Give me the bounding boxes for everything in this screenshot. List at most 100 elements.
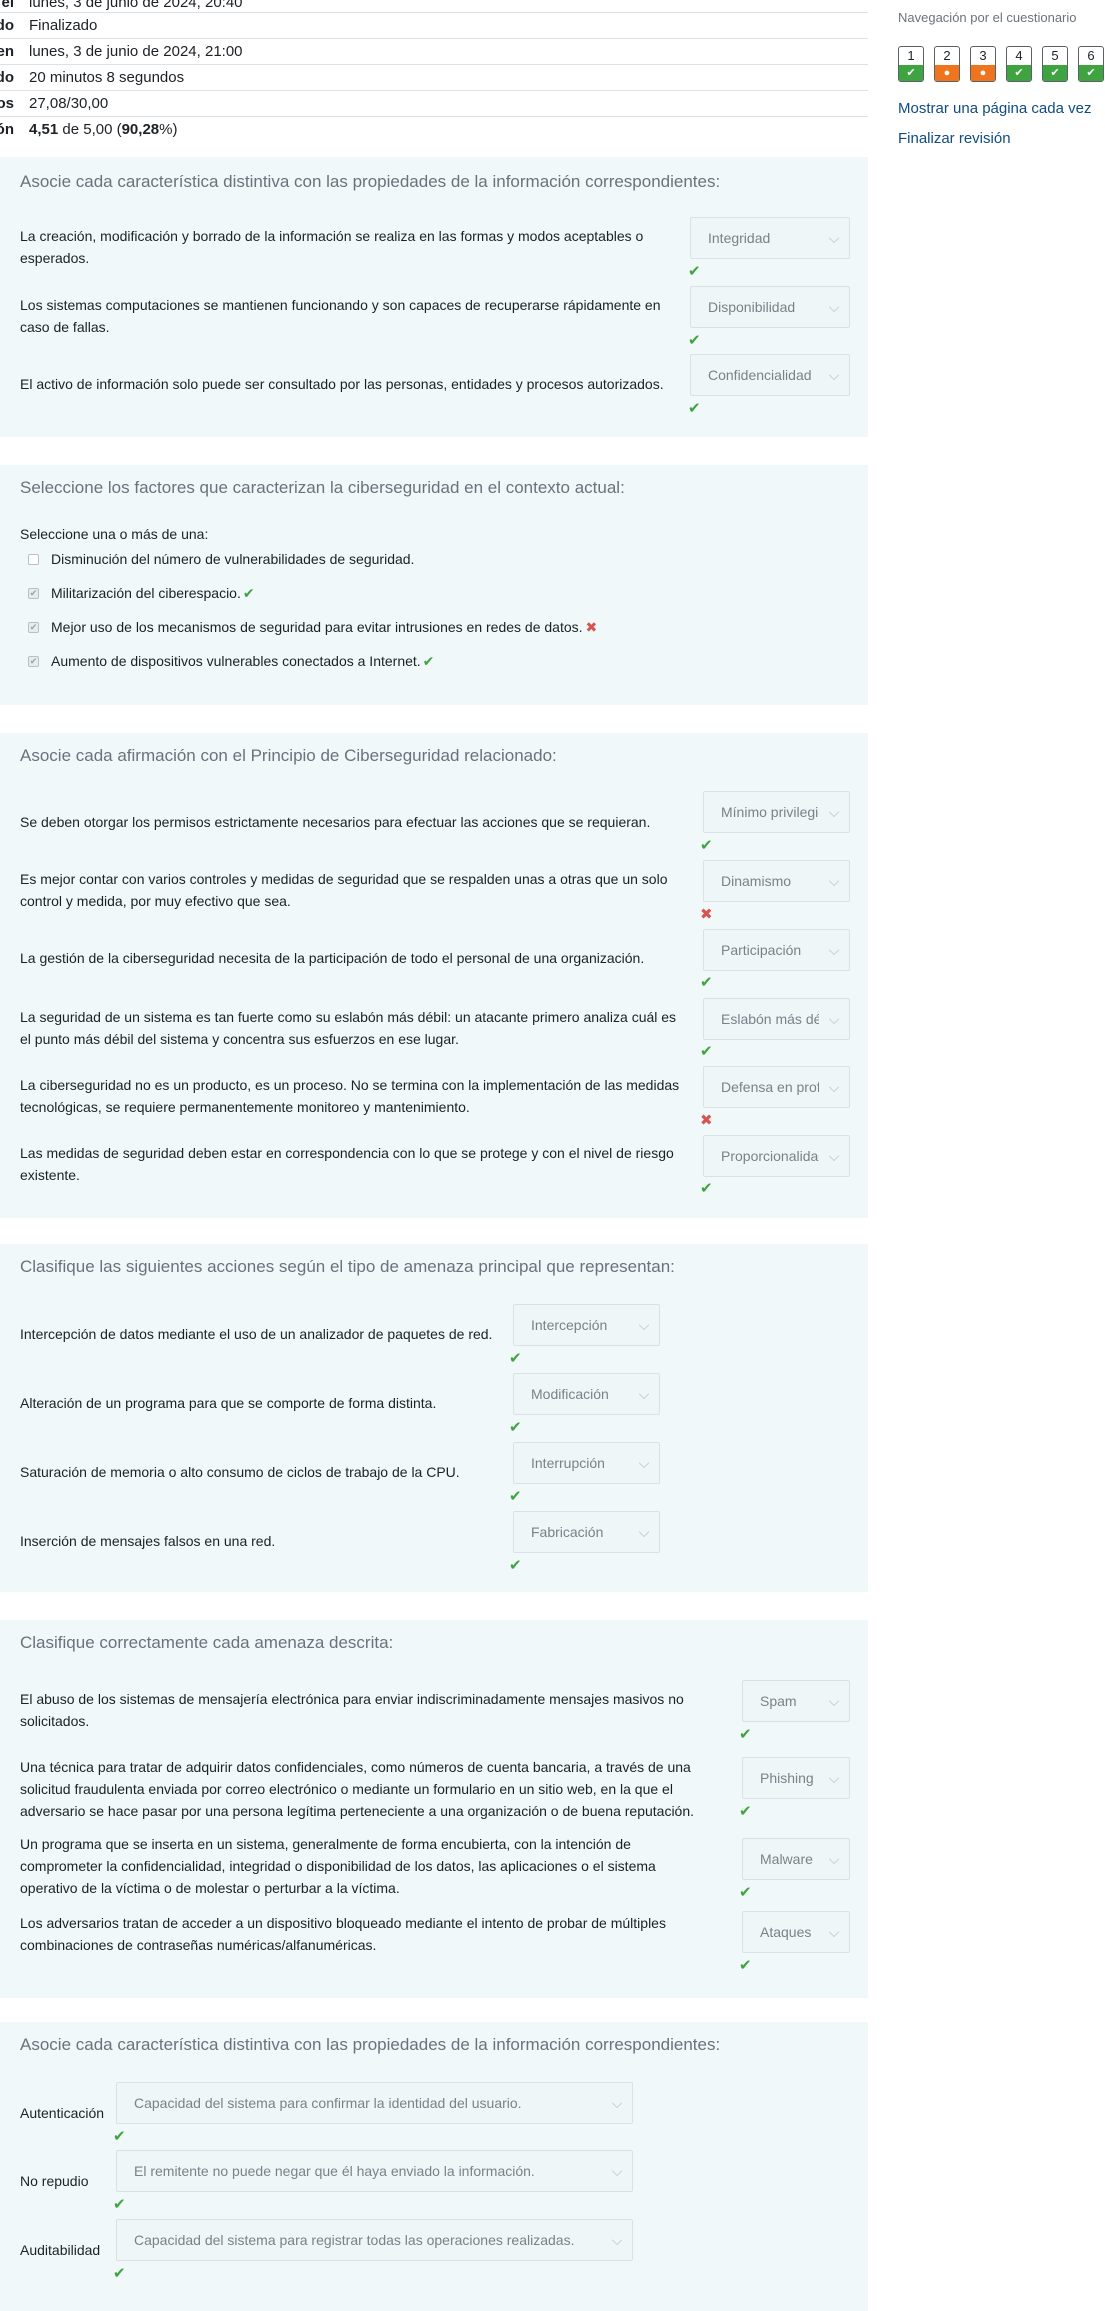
nav-question-4[interactable]: 4 ✔	[1006, 46, 1032, 82]
nav-question-5[interactable]: 5 ✔	[1042, 46, 1068, 82]
chevron-down-icon: ⌵	[828, 298, 840, 315]
correct-icon: ✔	[700, 837, 713, 854]
answer-select[interactable]: Mínimo privilegio ⌵	[703, 791, 850, 833]
option-row[interactable]: ✔ Militarización del ciberespacio. ✔	[28, 583, 255, 603]
selected-value: Defensa en profundidad	[721, 1079, 819, 1095]
nav-question-1[interactable]: 1 ✔	[898, 46, 924, 82]
correct-icon: ✔	[700, 1180, 713, 1197]
question-text: Asocie cada característica distintiva co…	[20, 2035, 721, 2054]
answer-select[interactable]: Modificación ⌵	[513, 1373, 660, 1415]
nav-num: 2	[943, 48, 951, 63]
option-row[interactable]: ✔ Aumento de dispositivos vulnerables con…	[28, 651, 434, 671]
check-icon: ✔	[1007, 65, 1031, 81]
check-icon: ✔	[899, 65, 923, 81]
selected-value: Dinamismo	[721, 873, 792, 889]
chevron-down-icon: ⌵	[828, 366, 840, 383]
answer-select[interactable]: Interrupción ⌵	[513, 1442, 660, 1484]
chevron-down-icon: ⌵	[828, 1769, 840, 1786]
grade-end: %)	[159, 121, 178, 138]
checkbox-checked[interactable]: ✔	[28, 587, 39, 599]
correct-icon: ✔	[739, 1803, 752, 1820]
selected-value: Integridad	[708, 230, 771, 246]
grade-value: 4,51	[29, 121, 59, 138]
correct-icon: ✔	[509, 1557, 522, 1574]
question-text: Asocie cada característica distintiva co…	[20, 172, 721, 191]
summary-value: lunes, 3 de junio de 2024, 21:00	[29, 43, 243, 60]
answer-select[interactable]: Ataques ⌵	[742, 1911, 850, 1953]
chevron-down-icon: ⌵	[828, 1147, 840, 1164]
show-one-page-link[interactable]: Mostrar una página cada vez	[898, 100, 1091, 117]
selected-value: Disponibilidad	[708, 299, 796, 315]
question-text: Clasifique las siguientes acciones según…	[20, 1257, 675, 1276]
option-row[interactable]: Disminución del número de vulnerabilidad…	[28, 549, 414, 569]
question-3: Asocie cada afirmación con el Principio …	[0, 733, 868, 1218]
chevron-down-icon: ⌵	[638, 1385, 650, 1402]
partial-dot-icon: ●	[935, 65, 959, 81]
chevron-down-icon: ⌵	[828, 1078, 840, 1095]
chevron-down-icon: ⌵	[611, 2231, 623, 2248]
match-item: Alteración de un programa para que se co…	[20, 1395, 437, 1411]
selected-value: Phishing	[760, 1770, 814, 1786]
answer-select[interactable]: Fabricación ⌵	[513, 1511, 660, 1553]
correct-icon: ✔	[739, 1884, 752, 1901]
question-text: Clasifique correctamente cada amenaza de…	[20, 1633, 394, 1652]
match-item: Las medidas de seguridad deben estar en …	[20, 1145, 674, 1183]
selected-value: Interrupción	[531, 1455, 605, 1471]
answer-select[interactable]: Malware ⌵	[742, 1838, 850, 1880]
selected-value: Malware	[760, 1851, 813, 1867]
answer-select[interactable]: Capacidad del sistema para registrar tod…	[116, 2219, 633, 2261]
nav-question-2[interactable]: 2 ●	[934, 46, 960, 82]
option-row[interactable]: ✔ Mejor uso de los mecanismos de segurida…	[28, 617, 597, 637]
summary-row-started: el lunes, 3 de junio de 2024, 20:40	[0, 0, 868, 13]
checkbox[interactable]	[28, 553, 39, 565]
match-item: La seguridad de un sistema es tan fuerte…	[20, 1009, 677, 1047]
selected-value: Modificación	[531, 1386, 609, 1402]
chevron-down-icon: ⌵	[638, 1523, 650, 1540]
correct-icon: ✔	[242, 585, 255, 601]
answer-select[interactable]: Defensa en profundidad ⌵	[703, 1066, 850, 1108]
answer-select[interactable]: Phishing ⌵	[742, 1757, 850, 1799]
correct-icon: ✔	[113, 2128, 126, 2145]
summary-value: lunes, 3 de junio de 2024, 20:40	[29, 0, 243, 11]
correct-icon: ✔	[509, 1488, 522, 1505]
nav-num: 3	[979, 48, 987, 63]
summary-label: do	[0, 17, 14, 34]
selected-value: Participación	[721, 942, 802, 958]
selected-value: Confidencialidad	[708, 367, 812, 383]
correct-icon: ✔	[688, 263, 701, 280]
match-item: La gestión de la ciberseguridad necesita…	[20, 950, 645, 966]
match-item: No repudio	[20, 2173, 89, 2189]
answer-select[interactable]: Intercepción ⌵	[513, 1304, 660, 1346]
finish-review-link[interactable]: Finalizar revisión	[898, 130, 1011, 147]
match-item: Se deben otorgar los permisos estrictame…	[20, 814, 651, 830]
answer-select[interactable]: El remitente no puede negar que él haya …	[116, 2150, 633, 2192]
match-item: Un programa que se inserta en un sistema…	[20, 1836, 656, 1896]
answer-select[interactable]: Eslabón más débil ⌵	[703, 998, 850, 1040]
nav-question-6[interactable]: 6 ✔	[1078, 46, 1104, 82]
incorrect-icon: ✖	[700, 906, 713, 923]
answer-select[interactable]: Spam ⌵	[742, 1680, 850, 1722]
summary-value: 20 minutos 8 segundos	[29, 69, 185, 86]
chevron-down-icon: ⌵	[638, 1316, 650, 1333]
nav-question-3[interactable]: 3 ●	[970, 46, 996, 82]
answer-select[interactable]: Proporcionalidad ⌵	[703, 1135, 850, 1177]
incorrect-icon: ✖	[585, 619, 598, 635]
selected-value: Fabricación	[531, 1524, 604, 1540]
answer-select[interactable]: Confidencialidad ⌵	[690, 354, 850, 396]
checkbox-checked[interactable]: ✔	[28, 621, 39, 633]
answer-select[interactable]: Participación ⌵	[703, 929, 850, 971]
correct-icon: ✔	[688, 400, 701, 417]
summary-label: ón	[0, 121, 14, 138]
chevron-down-icon: ⌵	[828, 941, 840, 958]
question-2: Seleccione los factores que caracterizan…	[0, 465, 868, 705]
answer-select[interactable]: Dinamismo ⌵	[703, 860, 850, 902]
answer-select[interactable]: Disponibilidad ⌵	[690, 286, 850, 328]
checkbox-checked[interactable]: ✔	[28, 655, 39, 667]
answer-select[interactable]: Capacidad del sistema para confirmar la …	[116, 2082, 633, 2124]
correct-icon: ✔	[700, 974, 713, 991]
selected-value: Ataques	[760, 1924, 812, 1940]
answer-select[interactable]: Integridad ⌵	[690, 217, 850, 259]
chevron-down-icon: ⌵	[828, 872, 840, 889]
correct-icon: ✔	[688, 332, 701, 349]
match-item: La ciberseguridad no es un producto, es …	[20, 1077, 680, 1115]
